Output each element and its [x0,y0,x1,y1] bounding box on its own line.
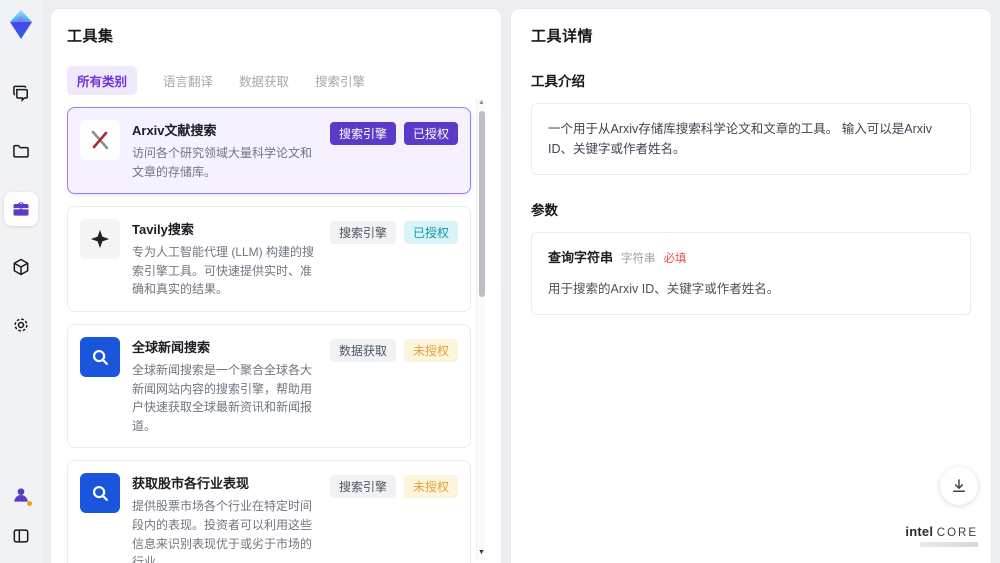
panel-toggle-button[interactable] [8,523,34,549]
tool-list-panel: 工具集 所有类别 语言翻译 数据获取 搜索引擎 Arxiv文献搜索 访问各个研究… [50,8,502,563]
tool-name: Tavily搜索 [132,222,194,238]
auth-status-badge: 未授权 [403,475,458,499]
sidebar-item-tools[interactable] [4,192,38,226]
category-tabs: 所有类别 语言翻译 数据获取 搜索引擎 [67,66,485,95]
category-badge: 搜索引擎 [329,122,396,145]
scroll-up-icon[interactable]: ▲ [477,99,486,107]
tool-name: 获取股市各行业表现 [132,476,250,492]
param-box: 查询字符串 字符串 必填 用于搜索的Arxiv ID、关键字或作者姓名。 [531,232,971,315]
auth-status-badge: 已授权 [403,122,458,145]
tool-description: 访问各个研究领域大量科学论文和文章的存储库。 [132,146,313,179]
tavily-star-icon [80,219,120,260]
status-dot [27,501,32,506]
page-title: 工具集 [67,28,114,45]
intro-heading: 工具介绍 [531,74,585,89]
user-avatar[interactable] [9,483,33,507]
gear-icon [11,315,31,335]
auth-status-badge: 未授权 [403,338,458,362]
param-required-badge: 必填 [663,253,687,265]
category-tab-1[interactable]: 语言翻译 [163,71,213,90]
download-icon [950,477,968,495]
panel-toggle-icon [11,526,31,546]
tool-description: 提供股票市场各个行业在特定时间段内的表现。投资者可以利用这些信息来识别表现优于或… [132,499,313,563]
brand-subline [920,542,978,547]
tool-description: 全球新闻搜索是一个聚合全球各大新闻网站内容的搜索引擎，帮助用户快速获取全球最新资… [132,362,313,433]
param-name: 查询字符串 [548,250,614,265]
tool-list-item[interactable]: Arxiv文献搜索 访问各个研究领域大量科学论文和文章的存储库。 搜索引擎 已授… [67,107,471,195]
detail-title: 工具详情 [531,28,594,45]
tool-detail-panel: 工具详情 工具介绍 一个用于从Arxiv存储库搜索科学论文和文章的工具。 输入可… [510,8,992,563]
sidebar-item-settings[interactable] [4,308,38,342]
intro-box: 一个用于从Arxiv存储库搜索科学论文和文章的工具。 输入可以是Arxiv ID… [531,103,971,175]
search-logo-icon [80,336,120,377]
intro-text: 一个用于从Arxiv存储库搜索科学论文和文章的工具。 输入可以是Arxiv ID… [548,122,933,156]
brand-core-text: CORE [936,527,978,539]
search-logo-icon [80,473,120,514]
app-logo[interactable] [5,8,37,42]
tool-list-item[interactable]: 全球新闻搜索 全球新闻搜索是一个聚合全球各大新闻网站内容的搜索引擎，帮助用户快速… [67,323,471,449]
auth-status-badge: 已授权 [403,221,458,245]
category-badge: 搜索引擎 [329,475,396,499]
param-description: 用于搜索的Arxiv ID、关键字或作者姓名。 [548,281,780,296]
tool-name: Arxiv文献搜索 [132,123,217,138]
cube-icon [11,257,31,277]
category-tab-0[interactable]: 所有类别 [67,66,138,95]
intel-core-logo: intel CORE [905,524,978,547]
scrollbar-thumb[interactable] [478,111,485,297]
category-badge: 数据获取 [329,338,396,362]
tool-list-item[interactable]: Tavily搜索 专为人工智能代理 (LLM) 构建的搜索引擎工具。可快速提供实… [67,206,471,312]
tool-description: 专为人工智能代理 (LLM) 构建的搜索引擎工具。可快速提供实时、准确和真实的结… [132,245,315,297]
briefcase-icon [11,199,31,219]
category-tab-2[interactable]: 数据获取 [239,71,289,90]
tool-list-item[interactable]: 获取股市各行业表现 提供股票市场各个行业在特定时间段内的表现。投资者可以利用这些… [67,460,471,563]
category-badge: 搜索引擎 [329,221,396,245]
tool-list: Arxiv文献搜索 访问各个研究领域大量科学论文和文章的存储库。 搜索引擎 已授… [67,107,485,563]
left-rail [0,0,42,563]
folder-icon [11,141,31,161]
param-type: 字符串 [621,253,656,265]
category-tab-3[interactable]: 搜索引擎 [315,71,365,90]
params-heading: 参数 [531,203,558,218]
sidebar-item-chat[interactable] [4,76,38,110]
brand-intel-text: intel [905,524,934,539]
chat-icon [11,83,31,103]
sidebar-item-files[interactable] [4,134,38,168]
list-scrollbar[interactable]: ▲ ▼ [476,99,485,559]
arxiv-logo-icon [80,120,120,160]
tool-name: 全球新闻搜索 [132,339,211,355]
sidebar-item-packages[interactable] [4,250,38,284]
scroll-down-icon[interactable]: ▼ [477,549,486,557]
download-button[interactable] [940,467,978,505]
